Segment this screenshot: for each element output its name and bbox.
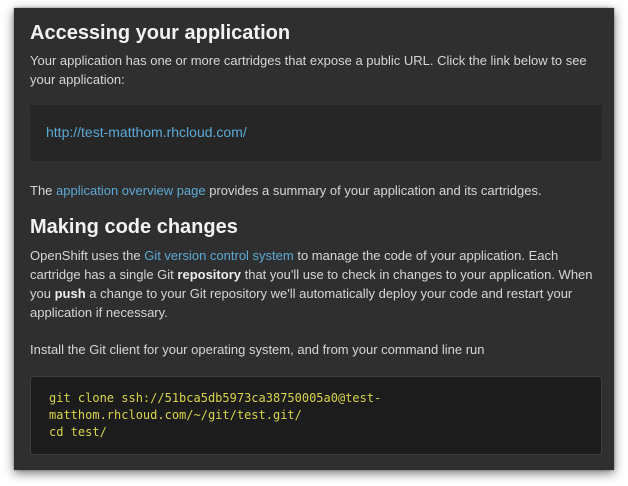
git-paragraph: OpenShift uses the Git version control s… xyxy=(30,246,602,322)
install-git-text: Install the Git client for your operatin… xyxy=(30,342,485,357)
code-line-clone-2: matthom.rhcloud.com/~/git/test.git/ xyxy=(49,408,302,422)
git-command-code-block[interactable]: git clone ssh://51bca5db5973ca38750005a0… xyxy=(30,376,602,455)
overview-paragraph: The application overview page provides a… xyxy=(30,181,602,200)
accessing-heading: Accessing your application xyxy=(30,22,291,44)
app-url-box: http://test-matthom.rhcloud.com/ xyxy=(30,105,602,161)
overview-prefix: The xyxy=(30,183,57,198)
app-info-panel: Accessing your application Your applicat… xyxy=(14,8,614,470)
app-url-link[interactable]: http://test-matthom.rhcloud.com/ xyxy=(46,124,247,140)
push-bold: push xyxy=(54,286,86,301)
code-line-cd: cd test/ xyxy=(49,425,107,439)
code-changes-heading: Making code changes xyxy=(30,216,238,238)
repository-bold: repository xyxy=(177,267,241,282)
application-overview-link[interactable]: application overview page xyxy=(56,183,206,198)
accessing-intro-text: Your application has one or more cartrid… xyxy=(30,53,587,87)
git-version-control-link[interactable]: Git version control system xyxy=(144,248,294,263)
code-line-clone-1: git clone ssh://51bca5db5973ca38750005a0… xyxy=(49,391,382,405)
overview-suffix: provides a summary of your application a… xyxy=(205,183,542,198)
git-suffix: a change to your Git repository we'll au… xyxy=(30,286,573,320)
git-prefix: OpenShift uses the xyxy=(30,248,145,263)
